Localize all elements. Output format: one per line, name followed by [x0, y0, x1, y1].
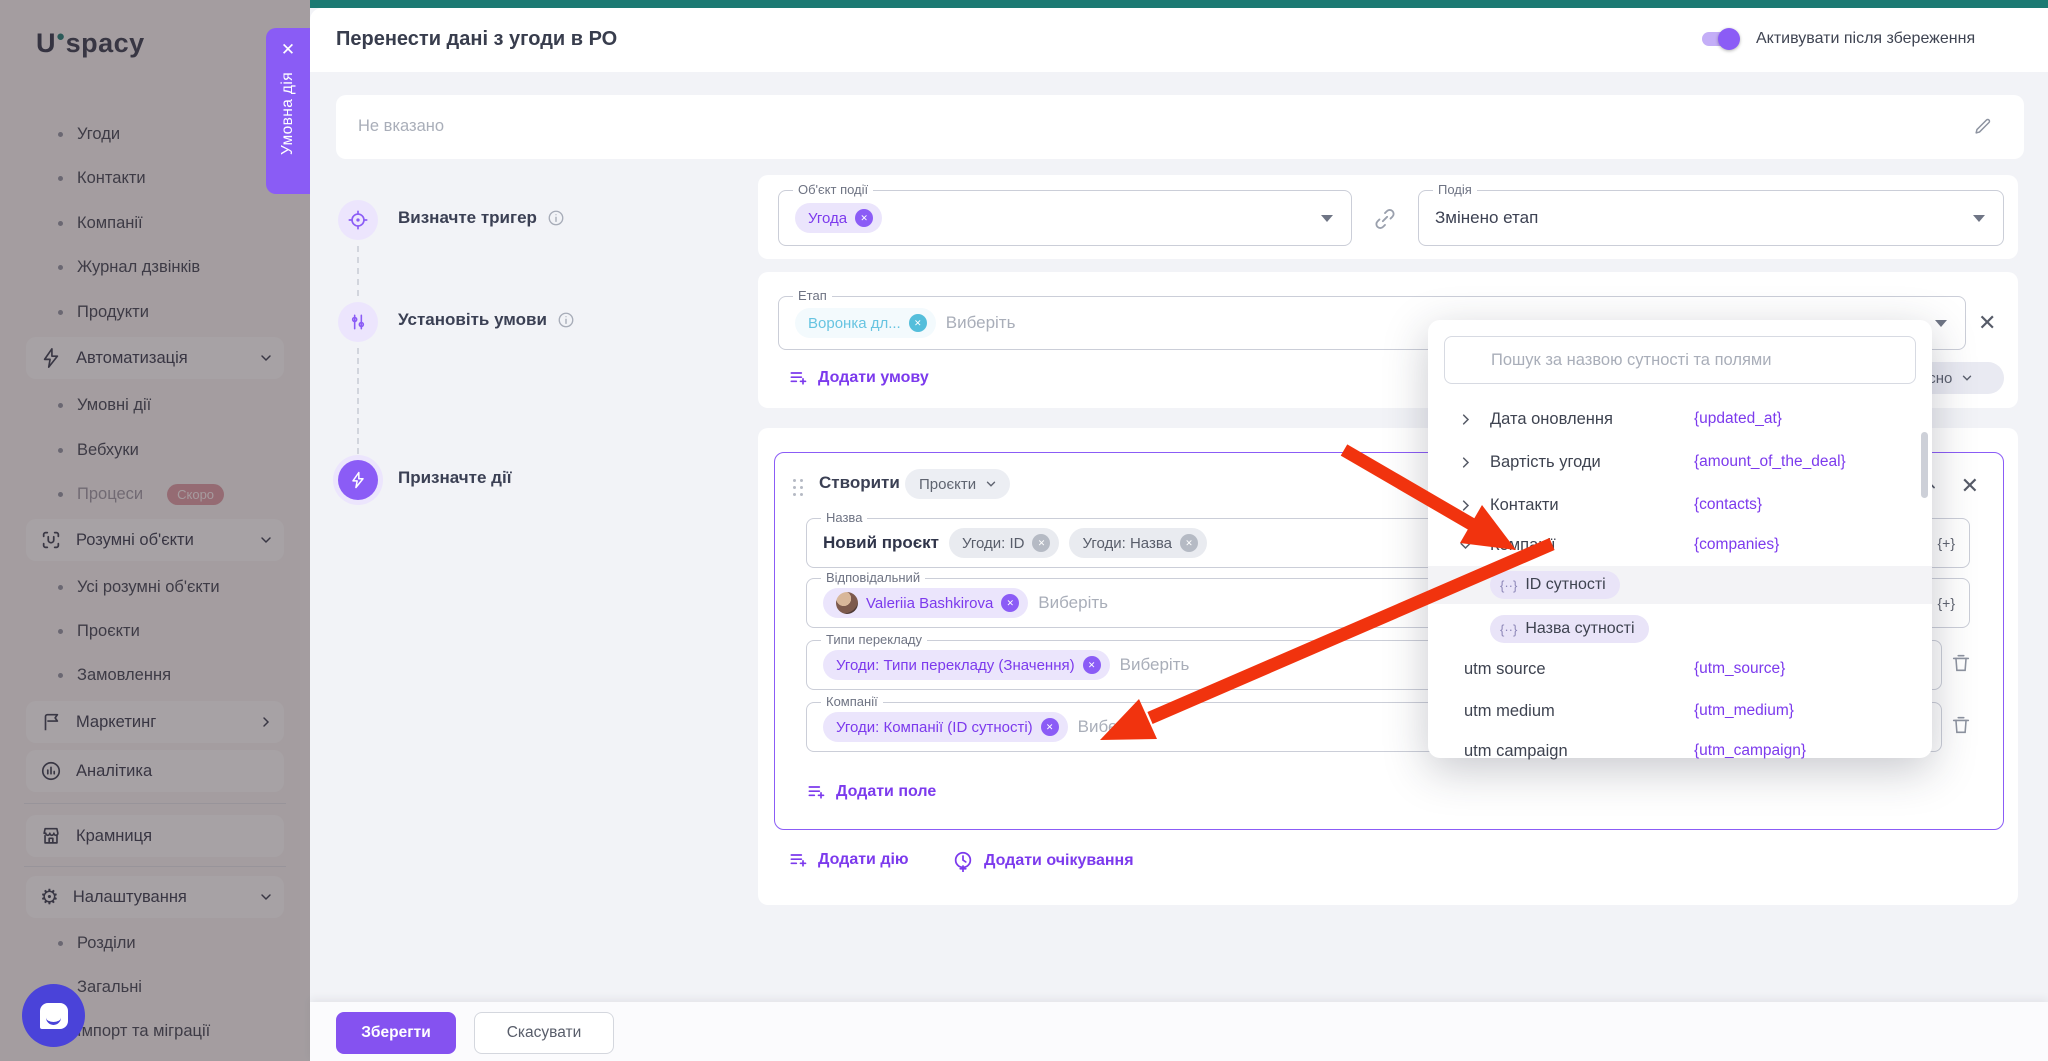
cancel-button[interactable]: Скасувати [474, 1012, 614, 1054]
dropdown-caret-icon[interactable] [1973, 215, 1985, 222]
step-connector [357, 246, 359, 296]
remove-chip-icon[interactable]: ✕ [1180, 534, 1198, 552]
chevron-down-icon[interactable] [1458, 538, 1473, 553]
add-action-link[interactable]: Додати дію [788, 850, 909, 870]
remove-chip-icon[interactable]: ✕ [1032, 534, 1050, 552]
token-chip[interactable]: Угоди: ID✕ [949, 528, 1059, 558]
step1-trigger-icon [338, 200, 378, 240]
field-picker-dropdown: Дата оновлення {updated_at} Вартість уго… [1428, 320, 1932, 758]
automation-name-card[interactable]: Не вказано [336, 95, 2024, 159]
picker-row-utm-campaign[interactable]: utm campaign {utm_campaign} [1428, 732, 1932, 770]
stage-label: Етап [793, 288, 832, 303]
entity-search-input[interactable] [1444, 336, 1916, 384]
clock-plus-icon [952, 850, 974, 872]
remove-action-icon[interactable]: ✕ [1961, 473, 1979, 499]
edit-pencil-icon[interactable] [1972, 115, 1994, 137]
entity-select-chip[interactable]: Проєкти [905, 469, 1010, 499]
activate-toggle[interactable]: Активувати після збереження [1700, 26, 1975, 52]
info-icon[interactable] [557, 311, 575, 329]
sidebar: U●spacy Угоди Контакти Компанії Журнал д… [0, 0, 310, 1061]
step-connector [357, 348, 359, 454]
deal-chip[interactable]: Угода✕ [795, 203, 882, 233]
remove-condition-icon[interactable]: ✕ [1978, 312, 1996, 334]
event-select[interactable]: Подія Змінено етап [1418, 190, 2004, 246]
picker-row-companies[interactable]: Компанії {companies} [1428, 526, 1932, 564]
picker-subrow-entity-name[interactable]: {··}Назва сутності [1428, 610, 1932, 648]
delete-field-icon[interactable] [1950, 652, 1972, 674]
picker-row-contacts[interactable]: Контакти {contacts} [1428, 486, 1932, 524]
field-name-value: Новий проєкт [823, 533, 939, 553]
add-field-link[interactable]: Додати поле [806, 782, 936, 802]
scrollbar-thumb[interactable] [1921, 432, 1928, 498]
chevron-right-icon[interactable] [1458, 455, 1473, 470]
step3-label: Призначте дії [398, 468, 511, 488]
delete-field-icon[interactable] [1950, 714, 1972, 736]
step1-label: Визначте тригер [398, 208, 565, 228]
chat-widget-button[interactable] [22, 984, 85, 1047]
select-placeholder: Виберіть [946, 313, 1016, 333]
drawer-tab-conditional-action[interactable]: ✕ Умовна дія [266, 28, 310, 194]
close-icon[interactable]: ✕ [281, 40, 295, 60]
add-list-icon [806, 782, 826, 802]
chat-icon [40, 1003, 68, 1029]
chevron-right-icon[interactable] [1458, 498, 1473, 513]
drag-handle-icon[interactable] [793, 479, 804, 496]
info-icon[interactable] [547, 209, 565, 227]
automation-name-placeholder: Не вказано [358, 117, 444, 136]
chevron-down-icon [1960, 371, 1974, 385]
field-token-icon: {··} [1500, 622, 1517, 637]
event-object-label: Об'єкт події [793, 182, 873, 197]
remove-chip-icon[interactable]: ✕ [1001, 594, 1019, 612]
save-button[interactable]: Зберегти [336, 1012, 456, 1054]
token-chip[interactable]: Угоди: Типи перекладу (Значення)✕ [823, 650, 1110, 680]
template-token[interactable]: {utm_source} [1694, 660, 1785, 678]
add-wait-link[interactable]: Додати очікування [952, 850, 1134, 872]
drawer-tab-label: Умовна дія [279, 72, 297, 155]
template-token[interactable]: {updated_at} [1694, 410, 1782, 428]
picker-row-utm-medium[interactable]: utm medium {utm_medium} [1428, 692, 1932, 730]
picker-row-updated-at[interactable]: Дата оновлення {updated_at} [1428, 400, 1932, 438]
template-token[interactable]: {amount_of_the_deal} [1694, 453, 1846, 471]
add-condition-link[interactable]: Додати умову [788, 368, 929, 388]
link-chain-icon [1372, 206, 1398, 232]
action-title: Створити [819, 473, 900, 493]
template-token[interactable]: {contacts} [1694, 496, 1762, 514]
template-token[interactable]: {utm_campaign} [1694, 742, 1806, 760]
step2-conditions-icon [338, 302, 378, 342]
template-token[interactable]: {utm_medium} [1694, 702, 1794, 720]
remove-chip-icon[interactable]: ✕ [855, 209, 873, 227]
picker-row-amount[interactable]: Вартість угоди {amount_of_the_deal} [1428, 443, 1932, 481]
toggle-switch-on[interactable] [1700, 26, 1740, 52]
token-chip[interactable]: Угоди: Компанії (ID сутності)✕ [823, 712, 1068, 742]
dropdown-caret-icon[interactable] [1935, 320, 1947, 327]
toggle-label: Активувати після збереження [1756, 30, 1975, 48]
event-object-select[interactable]: Об'єкт події Угода✕ [778, 190, 1352, 246]
picker-row-utm-source[interactable]: utm source {utm_source} [1428, 650, 1932, 688]
insert-token-button[interactable]: {+} [1937, 535, 1955, 551]
funnel-chip[interactable]: Воронка дл...✕ [795, 308, 936, 338]
remove-chip-icon[interactable]: ✕ [1083, 656, 1101, 674]
field-token-icon: {··} [1500, 578, 1517, 593]
chevron-down-icon [984, 477, 998, 491]
step2-label: Установіть умови [398, 310, 575, 330]
add-list-icon [788, 368, 808, 388]
avatar [836, 592, 858, 614]
template-token[interactable]: {companies} [1694, 536, 1779, 554]
insert-token-button[interactable]: {+} [1937, 595, 1955, 611]
picker-subrow-entity-id[interactable]: {··}ID сутності [1428, 566, 1932, 604]
event-label: Подія [1433, 182, 1477, 197]
add-list-icon [788, 850, 808, 870]
remove-chip-icon[interactable]: ✕ [1041, 718, 1059, 736]
sidebar-dim-overlay [0, 0, 310, 1061]
token-chip[interactable]: Угоди: Назва✕ [1069, 528, 1207, 558]
page-title: Перенести дані з угоди в РО [336, 28, 617, 51]
dropdown-caret-icon[interactable] [1321, 215, 1333, 222]
step3-actions-icon [338, 460, 378, 500]
user-chip[interactable]: Valeriia Bashkirova✕ [823, 588, 1028, 618]
remove-chip-icon[interactable]: ✕ [909, 314, 927, 332]
chevron-right-icon[interactable] [1458, 412, 1473, 427]
